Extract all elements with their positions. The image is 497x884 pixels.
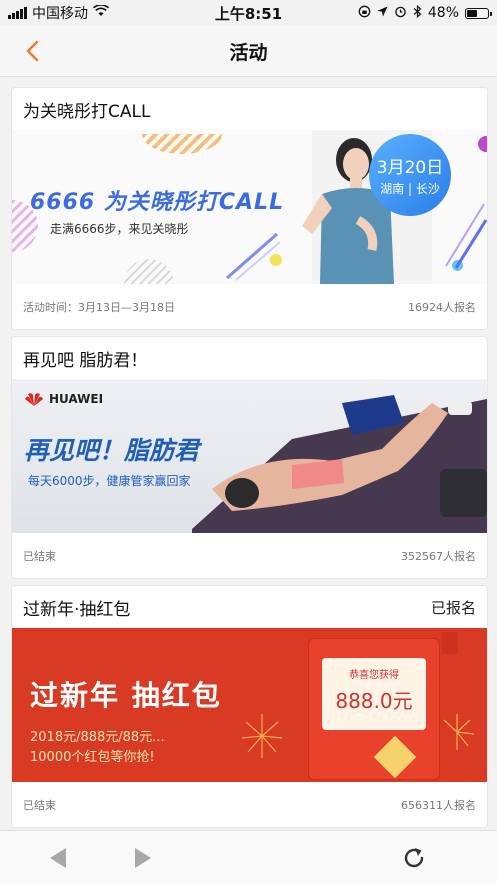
browser-forward-button[interactable]: [130, 845, 156, 871]
envelope-label: 恭喜您获得: [349, 670, 399, 681]
status-right: 48%: [358, 4, 492, 22]
activity-card-2[interactable]: 再见吧 脂肪君！ HUAWEI 再见吧！脂肪君 每天6000步，健康管家赢回家 …: [11, 336, 488, 579]
wifi-icon: [93, 4, 109, 21]
refresh-button[interactable]: [401, 845, 427, 871]
bottom-toolbar: [0, 830, 497, 884]
triangle-left-icon: [50, 848, 66, 868]
card-title: 再见吧 脂肪君！: [23, 350, 148, 371]
card-footer: 活动时间：3月13日—3月18日 16924人报名: [12, 284, 487, 329]
chevron-left-icon: [26, 40, 39, 62]
red-envelope-image: 恭喜您获得 888.0元: [308, 638, 440, 780]
card-footer: 已结束 656311人报名: [12, 782, 487, 827]
dot-decoration: [478, 136, 487, 152]
triangle-right-icon: [135, 848, 151, 868]
carrier-label: 中国移动: [32, 6, 88, 22]
event-date: 3月20日: [376, 158, 444, 178]
activity-status: 已结束: [23, 798, 56, 812]
stripe-decoration-bottom: [124, 259, 174, 284]
huawei-petal-icon: [25, 393, 43, 406]
alarm-icon: [394, 5, 407, 22]
banner-subline-2: 10000个红包等你抢!: [30, 750, 155, 765]
activity-banner-3[interactable]: 过新年 抽红包 2018元/888元/88元... 10000个红包等你抢! 恭…: [12, 628, 487, 782]
banner-subline-1: 2018元/888元/88元...: [30, 730, 165, 745]
battery-icon: [465, 7, 492, 19]
signup-count: 352567人报名: [401, 549, 476, 563]
page-title: 活动: [229, 41, 268, 64]
banner-headline: 6666 为关晓彤打CALL: [30, 190, 285, 215]
huawei-logo: HUAWEI: [24, 391, 103, 407]
activity-card-1[interactable]: 为关晓彤打CALL 6666 为关晓彤打CALL 走满6666步，来见关晓彤 3…: [11, 87, 488, 330]
card-title: 为关晓彤打CALL: [23, 101, 151, 122]
activity-banner-2[interactable]: HUAWEI 再见吧！脂肪君 每天6000步，健康管家赢回家: [12, 379, 487, 533]
card-header: 为关晓彤打CALL: [12, 88, 487, 130]
signup-count: 16924人报名: [408, 300, 476, 314]
status-bar: 中国移动 上午8:51 48%: [0, 0, 497, 26]
bluetooth-icon: [413, 4, 422, 22]
banner-subline: 走满6666步，来见关晓彤: [50, 222, 189, 236]
activity-banner-1[interactable]: 6666 为关晓彤打CALL 走满6666步，来见关晓彤 3月20日 湖南 | …: [12, 130, 487, 284]
stripe-decoration: [142, 134, 222, 154]
fitness-image: [192, 395, 487, 533]
event-date-badge: 3月20日 湖南 | 长沙: [369, 134, 451, 216]
activity-card-3[interactable]: 过新年·抽红包 已报名 过新年 抽红包 2018元/888元/88元... 10…: [11, 585, 488, 828]
nav-bar: 活动: [0, 26, 497, 77]
back-button[interactable]: [18, 36, 48, 66]
activity-status: 已结束: [23, 549, 56, 563]
battery-percent: 48%: [427, 5, 459, 21]
refresh-icon: [404, 848, 424, 868]
signup-count: 656311人报名: [401, 798, 476, 812]
banner-headline: 过新年 抽红包: [30, 679, 222, 712]
card-title: 过新年·抽红包: [23, 599, 131, 620]
event-place: 湖南 | 长沙: [380, 182, 440, 196]
envelope-amount: 888.0元: [335, 689, 413, 713]
activity-time: 活动时间：3月13日—3月18日: [23, 300, 175, 314]
card-footer: 已结束 352567人报名: [12, 533, 487, 578]
card-header: 再见吧 脂肪君！: [12, 337, 487, 379]
location-icon: [377, 5, 388, 21]
signal-icon: [8, 7, 27, 19]
registered-badge: 已报名: [430, 598, 476, 617]
banner-headline: 再见吧！脂肪君: [24, 436, 200, 465]
browser-back-button[interactable]: [45, 845, 71, 871]
status-left: 中国移动: [8, 3, 109, 23]
battery-fill: [467, 9, 477, 17]
line-decoration: [445, 203, 487, 269]
brand-name: HUAWEI: [49, 392, 104, 406]
dot-decoration: [270, 254, 282, 266]
card-header: 过新年·抽红包 已报名: [12, 586, 487, 628]
banner-subline: 每天6000步，健康管家赢回家: [28, 474, 191, 488]
fu-charm-icon: [373, 735, 417, 779]
envelope-card: 恭喜您获得 888.0元: [322, 658, 426, 730]
rotation-lock-icon: [358, 5, 371, 22]
